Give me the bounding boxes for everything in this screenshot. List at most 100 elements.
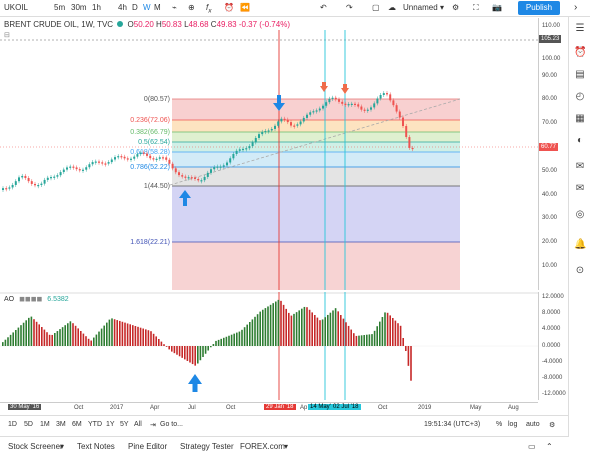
range-6m[interactable]: 6M — [72, 421, 82, 428]
hotlist-icon[interactable]: ◴ — [574, 91, 586, 103]
percent-toggle[interactable]: % — [496, 421, 502, 428]
log-toggle[interactable]: log — [508, 421, 517, 428]
candle — [168, 159, 171, 164]
ao-bar — [194, 346, 196, 366]
indicators-icon[interactable]: fx — [206, 3, 212, 15]
interval-1h[interactable]: 1h — [92, 3, 101, 12]
tab-strategy-tester[interactable]: Strategy Tester — [180, 442, 234, 451]
tab-stock-screener[interactable]: Stock Screener — [8, 442, 63, 451]
undo-icon[interactable]: ↶ — [320, 3, 327, 12]
chevron-up-icon[interactable]: ⌃ — [546, 442, 553, 451]
ao-bar — [158, 339, 160, 346]
price-axis[interactable]: 110.00 100.00 90.00 80.00 70.00 50.00 40… — [538, 18, 568, 290]
interval-30m[interactable]: 30m — [71, 3, 87, 12]
ao-bar — [337, 311, 339, 346]
camera-icon[interactable]: 📷 — [492, 3, 502, 12]
chevron-down-icon[interactable]: ▾ — [440, 3, 444, 12]
range-5y[interactable]: 5Y — [120, 421, 129, 428]
ao-bar — [20, 325, 22, 346]
ao-bar — [106, 322, 108, 346]
calendar-icon[interactable]: ▦ — [574, 113, 586, 125]
fib-zone-4 — [172, 152, 460, 167]
ao-bar — [321, 319, 324, 346]
chevron-down-icon[interactable]: ▾ — [284, 442, 288, 451]
alert-icon[interactable]: ⏰ — [224, 3, 234, 12]
goto-button[interactable]: Go to... — [160, 421, 183, 428]
ao-bar — [139, 327, 142, 346]
ideas-icon[interactable]: ◐ — [574, 135, 586, 147]
tab-text-notes[interactable]: Text Notes — [77, 442, 115, 451]
settings-gear-icon[interactable]: ⚙ — [452, 3, 459, 12]
interval-5m[interactable]: 5m — [54, 3, 65, 12]
streams-icon[interactable]: ◎ — [574, 209, 586, 221]
chart-type-icon[interactable]: ⌁ — [172, 3, 177, 12]
candle — [34, 183, 36, 186]
auto-toggle[interactable]: auto — [526, 421, 540, 428]
notifications-icon[interactable]: 🔔 — [574, 239, 586, 251]
ao-bar — [90, 340, 92, 346]
range-all[interactable]: All — [134, 421, 142, 428]
chevron-right-icon[interactable]: › — [574, 2, 577, 13]
interval-w[interactable]: W — [143, 3, 151, 12]
chevron-down-icon[interactable]: ▾ — [60, 442, 64, 451]
ao-bar — [251, 319, 254, 346]
time-axis[interactable]: 30 May '16 Oct 2017 Apr Jul Oct 29 Jan '… — [0, 402, 538, 414]
candle — [72, 166, 75, 168]
redo-icon[interactable]: ↷ — [346, 3, 353, 12]
order-panel-icon[interactable]: ⊙ — [574, 265, 586, 277]
ao-bar — [371, 334, 373, 346]
fullscreen-icon[interactable]: ⛶ — [473, 3, 479, 13]
symbol-search[interactable]: UKOIL — [4, 3, 28, 12]
compare-icon[interactable]: ⊕ — [188, 3, 195, 12]
layout-name[interactable]: Unnamed — [403, 3, 438, 12]
settings-gear-icon[interactable]: ⚙ — [549, 421, 555, 429]
clock-display[interactable]: 19:51:34 (UTC+3) — [424, 421, 480, 428]
candle — [363, 109, 366, 111]
ao-bar — [22, 322, 25, 346]
chats-icon[interactable]: ✉ — [574, 183, 586, 195]
range-3m[interactable]: 3M — [56, 421, 66, 428]
candle — [5, 188, 8, 190]
collapse-icon[interactable]: ⊟ — [4, 31, 10, 39]
ao-bar — [215, 340, 217, 346]
candle — [162, 157, 164, 159]
ao-bar — [9, 334, 12, 346]
price-chart[interactable]: 0(80.57) 0.236(72.06) 0.382(66.79) 0.5(6… — [0, 30, 538, 290]
candle — [251, 142, 254, 147]
range-1m[interactable]: 1M — [40, 421, 50, 428]
range-1y[interactable]: 1Y — [106, 421, 115, 428]
range-5d[interactable]: 5D — [24, 421, 33, 428]
interval-d[interactable]: D — [132, 3, 138, 12]
publish-button[interactable]: Publish — [518, 1, 560, 15]
ao-axis[interactable]: 12.0000 8.0000 4.0000 0.0000 -4.0000 -8.… — [538, 292, 568, 400]
candle — [2, 188, 4, 190]
tab-forex[interactable]: FOREX.com — [240, 442, 285, 451]
goto-date-icon[interactable]: ⇥ — [150, 421, 156, 429]
alerts-icon[interactable]: ⏰ — [574, 47, 586, 59]
candle — [357, 104, 360, 107]
ao-bar — [147, 330, 150, 346]
candle — [101, 162, 104, 164]
candle — [338, 99, 340, 102]
interval-4h[interactable]: 4h — [118, 3, 127, 12]
range-1d[interactable]: 1D — [8, 421, 17, 428]
candle — [235, 150, 238, 154]
tab-pine-editor[interactable]: Pine Editor — [128, 442, 167, 451]
candle — [389, 94, 392, 101]
ao-bar — [121, 321, 124, 346]
data-window-icon[interactable]: ▤ — [574, 69, 586, 81]
chat-icon[interactable]: ✉ — [574, 161, 586, 173]
ao-bar — [184, 346, 186, 360]
watchlist-icon[interactable]: ☰ — [574, 23, 586, 35]
ao-bar — [116, 320, 118, 346]
interval-m[interactable]: M — [154, 3, 161, 12]
ao-chart[interactable] — [0, 292, 538, 400]
candle — [411, 147, 414, 150]
range-ytd[interactable]: YTD — [88, 421, 102, 428]
candle — [78, 169, 81, 171]
minimize-icon[interactable]: ▭ — [528, 442, 536, 451]
layout-icon[interactable]: ▢ — [372, 3, 380, 12]
ao-bar — [389, 315, 391, 346]
cloud-icon[interactable]: ☁ — [388, 3, 396, 12]
replay-icon[interactable]: ⏪ — [240, 3, 250, 12]
